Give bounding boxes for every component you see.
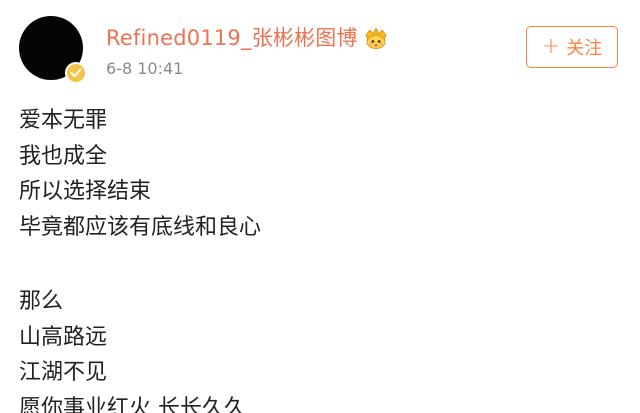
avatar-container[interactable] bbox=[19, 16, 87, 84]
post-text-line: 我也成全 bbox=[19, 143, 108, 169]
plus-icon: + bbox=[541, 34, 561, 59]
post-text-line: 爱本无罪 bbox=[19, 108, 108, 133]
post-text-line: 所以选择结束 bbox=[19, 179, 152, 204]
follow-label: 关注 bbox=[566, 38, 603, 59]
post-timestamp: 6-8 10:41 bbox=[106, 59, 184, 78]
post-text-line: 愿你事业红火 长长久久 bbox=[19, 395, 246, 413]
post-text-line: 山高路远 bbox=[19, 324, 108, 350]
crown-emoji-icon bbox=[364, 27, 388, 49]
post-body: 爱本无罪 我也成全 所以选择结束 毕竟都应该有底线和良心 那么 山高路远 江湖不… bbox=[19, 103, 619, 413]
post-text-line: 毕竟都应该有底线和良心 bbox=[19, 214, 262, 240]
verified-badge-icon bbox=[65, 62, 87, 84]
post-text-line: 江湖不见 bbox=[19, 360, 108, 385]
username-link[interactable]: Refined0119_张彬彬图博 bbox=[106, 24, 358, 52]
follow-button[interactable]: + 关注 bbox=[526, 26, 618, 68]
post-text-line: 那么 bbox=[19, 289, 64, 314]
weibo-post: Refined0119_张彬彬图博 6-8 10:41 + 关注 爱本无罪 我也… bbox=[0, 0, 640, 413]
username-row: Refined0119_张彬彬图博 bbox=[106, 24, 388, 52]
